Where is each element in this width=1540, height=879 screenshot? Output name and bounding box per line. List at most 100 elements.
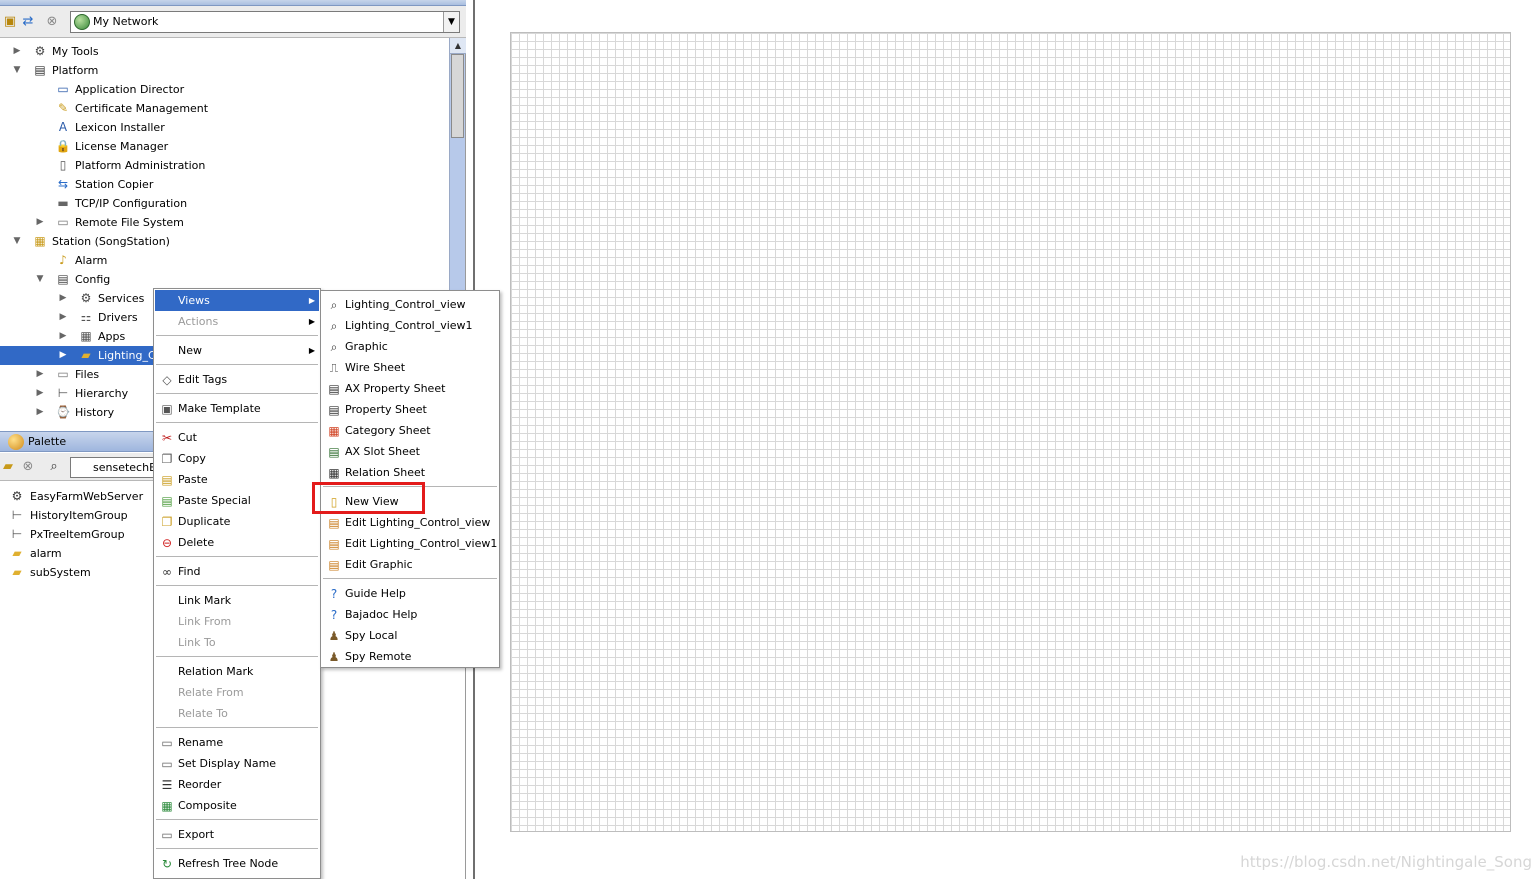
menu-item-spy-local[interactable]: ♟ Spy Local — [322, 625, 498, 646]
menu-item-composite[interactable]: ▦ Composite — [155, 795, 319, 816]
menu-item-relation-mark[interactable]: Relation Mark — [155, 661, 319, 682]
menu-item-edit-tags[interactable]: ◇ Edit Tags — [155, 369, 319, 390]
menu-item-paste-special[interactable]: ▤ Paste Special — [155, 490, 319, 511]
tree-node[interactable]: ▶ ▰ Lighting_Co — [0, 346, 162, 365]
menu-item-views[interactable]: Views ▶ — [155, 290, 319, 311]
tree-node[interactable]: A Lexicon Installer — [0, 118, 449, 137]
chevron-down-icon[interactable]: ▼ — [12, 236, 22, 246]
tree-node[interactable]: ♪ Alarm — [0, 251, 449, 270]
tree-node[interactable]: ⇆ Station Copier — [0, 175, 449, 194]
menu-item-guide-help[interactable]: ? Guide Help — [322, 583, 498, 604]
tree-node[interactable]: ▶ ⚙ My Tools — [0, 42, 449, 61]
menu-item-label: New View — [345, 495, 399, 508]
spy-icon: ♟ — [328, 649, 340, 664]
tree-node[interactable]: ▼ ▦ Station (SongStation) — [0, 232, 449, 251]
tree-node-label: My Tools — [52, 45, 99, 58]
menu-item-label: Find — [178, 565, 201, 578]
menu-item-refresh-tree-node[interactable]: ↻ Refresh Tree Node — [155, 853, 319, 874]
menu-item-relation-sheet[interactable]: ▦ Relation Sheet — [322, 462, 498, 483]
menu-item-duplicate[interactable]: ❐ Duplicate — [155, 511, 319, 532]
binoculars-icon: ∞ — [162, 564, 172, 579]
scroll-up-arrow-icon[interactable]: ▲ — [450, 38, 466, 54]
chevron-right-icon[interactable]: ▶ — [35, 407, 45, 417]
category-sheet-icon: ▦ — [328, 423, 340, 438]
menu-item-ax-property-sheet[interactable]: ▤ AX Property Sheet — [322, 378, 498, 399]
views-submenu: ⌕ Lighting_Control_view ⌕ Lighting_Control_… — [320, 290, 500, 668]
chevron-right-icon[interactable]: ▶ — [35, 388, 45, 398]
menu-item-edit-lighting-control-view1[interactable]: ▤ Edit Lighting_Control_view1 — [322, 533, 498, 554]
chevron-right-icon[interactable]: ▶ — [12, 46, 22, 56]
menu-item-lighting-control-view1[interactable]: ⌕ Lighting_Control_view1 — [322, 315, 498, 336]
menu-item-link-to: Link To — [155, 632, 319, 653]
menu-item-label: Edit Lighting_Control_view — [345, 516, 491, 529]
tree-node[interactable]: ▯ Platform Administration — [0, 156, 449, 175]
tree-node[interactable]: ▭ Application Director — [0, 80, 449, 99]
menu-item-find[interactable]: ∞ Find — [155, 561, 319, 582]
menu-item-label: Relate To — [178, 707, 228, 720]
tree-node[interactable]: ▼ ▤ Platform — [0, 61, 449, 80]
context-menu: Views ▶ Actions ▶ New ▶ ◇ Edit Tags ▣ Make Templa… — [153, 288, 321, 879]
tree-node[interactable]: ▬ TCP/IP Configuration — [0, 194, 449, 213]
chevron-right-icon[interactable]: ▶ — [35, 369, 45, 379]
menu-item-export[interactable]: ▭ Export — [155, 824, 319, 845]
menu-item-set-display-name[interactable]: ▭ Set Display Name — [155, 753, 319, 774]
chevron-down-icon[interactable]: ▼ — [443, 12, 459, 32]
menu-item-label: Copy — [178, 452, 206, 465]
menu-item-bajadoc-help[interactable]: ? Bajadoc Help — [322, 604, 498, 625]
sync-icon[interactable]: ⇄ — [20, 14, 36, 30]
menu-item-label: Cut — [178, 431, 197, 444]
magnifier-icon: ⌕ — [330, 339, 338, 354]
chevron-right-icon[interactable]: ▶ — [58, 331, 68, 341]
menu-item-spy-remote[interactable]: ♟ Spy Remote — [322, 646, 498, 667]
menu-item-label: Set Display Name — [178, 757, 277, 770]
menu-separator — [156, 848, 318, 849]
menu-item-wire-sheet[interactable]: ⎍ Wire Sheet — [322, 357, 498, 378]
tree-node[interactable]: 🔒 License Manager — [0, 137, 449, 156]
menu-item-reorder[interactable]: ☰ Reorder — [155, 774, 319, 795]
menu-item-property-sheet[interactable]: ▤ Property Sheet — [322, 399, 498, 420]
paste-special-icon: ▤ — [161, 493, 173, 508]
palette-icon — [8, 434, 24, 450]
tree-node-label: Services — [98, 292, 145, 305]
menu-item-new-view[interactable]: ▯ New View — [322, 491, 498, 512]
open-folder-icon[interactable]: ▰ — [0, 459, 16, 475]
menu-item-copy[interactable]: ❐ Copy — [155, 448, 319, 469]
home-icon[interactable]: ▣ — [2, 14, 18, 30]
chevron-right-icon[interactable]: ▶ — [58, 350, 68, 360]
export-icon: ▭ — [161, 827, 173, 842]
search-icon[interactable]: ⌕ — [46, 459, 62, 475]
menu-item-category-sheet[interactable]: ▦ Category Sheet — [322, 420, 498, 441]
menu-item-paste[interactable]: ▤ Paste — [155, 469, 319, 490]
tree-node[interactable]: ▼ ▤ Config — [0, 270, 449, 289]
chevron-right-icon[interactable]: ▶ — [35, 217, 45, 227]
scrollbar-thumb[interactable] — [451, 54, 464, 138]
chevron-down-icon[interactable]: ▼ — [12, 65, 22, 75]
delete-icon: ⊖ — [161, 535, 173, 550]
close-icon[interactable]: ⊗ — [44, 14, 60, 30]
tree-node[interactable]: ▶ ▭ Remote File System — [0, 213, 449, 232]
wire-sheet-grid-canvas[interactable] — [510, 32, 1511, 832]
menu-item-cut[interactable]: ✂ Cut — [155, 427, 319, 448]
menu-item-graphic[interactable]: ⌕ Graphic — [322, 336, 498, 357]
menu-item-label: Edit Tags — [178, 373, 228, 386]
tree-node[interactable]: ✎ Certificate Management — [0, 99, 449, 118]
nav-location-combo[interactable]: My Network ▼ — [70, 11, 460, 33]
menu-item-lighting-control-view[interactable]: ⌕ Lighting_Control_view — [322, 294, 498, 315]
close-icon[interactable]: ⊗ — [20, 459, 36, 475]
menu-item-edit-lighting-control-view[interactable]: ▤ Edit Lighting_Control_view — [322, 512, 498, 533]
menu-item-new[interactable]: New ▶ — [155, 340, 319, 361]
slot-sheet-icon: ▤ — [328, 444, 340, 459]
menu-item-make-template[interactable]: ▣ Make Template — [155, 398, 319, 419]
chevron-right-icon[interactable]: ▶ — [58, 312, 68, 322]
menu-item-link-mark[interactable]: Link Mark — [155, 590, 319, 611]
web-server-icon: ⚙ — [11, 489, 23, 503]
chevron-down-icon[interactable]: ▼ — [35, 274, 45, 284]
menu-item-label: Category Sheet — [345, 424, 431, 437]
menu-item-ax-slot-sheet[interactable]: ▤ AX Slot Sheet — [322, 441, 498, 462]
chevron-right-icon[interactable]: ▶ — [58, 293, 68, 303]
menu-item-delete[interactable]: ⊖ Delete — [155, 532, 319, 553]
menu-separator — [156, 656, 318, 657]
menu-item-rename[interactable]: ▭ Rename — [155, 732, 319, 753]
menu-item-label: AX Slot Sheet — [345, 445, 420, 458]
menu-item-edit-graphic[interactable]: ▤ Edit Graphic — [322, 554, 498, 575]
